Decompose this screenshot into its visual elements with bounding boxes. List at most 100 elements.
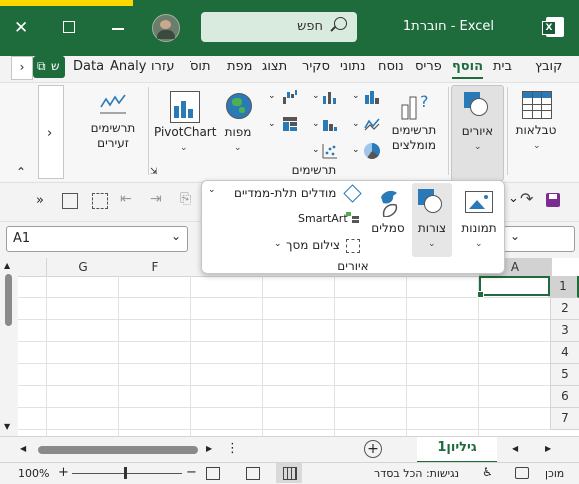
waterfall-chart-icon[interactable] xyxy=(282,89,298,105)
tab-data[interactable]: Data xyxy=(73,59,104,74)
formula-input[interactable]: ⌄ xyxy=(503,226,575,252)
save-icon[interactable] xyxy=(546,193,560,207)
indent-icon[interactable]: ⇥ xyxy=(150,191,162,207)
add-sheet-button[interactable]: + xyxy=(364,440,382,458)
more-options-icon[interactable]: ⋮ xyxy=(226,441,239,456)
avatar[interactable] xyxy=(152,14,180,42)
accessibility-status[interactable]: נגישות: הכל בסדר xyxy=(374,467,459,480)
scroll-down-icon: ▼ xyxy=(4,422,11,431)
column-header[interactable]: G xyxy=(47,258,120,277)
horizontal-scrollbar-thumb[interactable] xyxy=(38,446,198,454)
grid-view-icon xyxy=(283,467,297,480)
tab-review[interactable]: סקיר xyxy=(302,59,330,74)
globe-icon[interactable] xyxy=(226,93,252,119)
line-chart-icon[interactable] xyxy=(364,116,380,132)
sheet-nav-right-icon[interactable]: ▶ xyxy=(545,444,551,453)
zoom-slider[interactable] xyxy=(72,473,182,474)
tab-home[interactable]: בית xyxy=(493,59,512,74)
spreadsheet-grid[interactable]: G F A 1 2 3 4 5 6 7 ▲ ▼ xyxy=(0,258,579,436)
ribbon-overflow-group[interactable]: › xyxy=(38,85,64,179)
title-bar: ✕ חפש חוברת1 - Excel X xyxy=(0,0,579,56)
pivotchart-icon[interactable] xyxy=(170,91,200,123)
tab-addins[interactable]: תוסֹ xyxy=(190,59,211,74)
tab-data-he[interactable]: נתוני xyxy=(340,59,365,74)
tab-layout[interactable]: פריס xyxy=(415,59,442,74)
zoom-in-icon[interactable]: + xyxy=(58,465,69,480)
ribbon: › ⌃ תרשימים זעירים PivotChart ⌄ מפות ⌄ ⌄… xyxy=(0,82,579,181)
group-divider xyxy=(507,87,508,175)
illustrations-button[interactable]: איורים ⌄ xyxy=(451,85,504,181)
scroll-right-icon[interactable]: ▶ xyxy=(206,444,212,453)
share-button[interactable]: ⧉ ש xyxy=(33,56,65,78)
macro-record-icon[interactable] xyxy=(515,467,529,479)
icons-button[interactable]: סמלים xyxy=(368,185,408,245)
recommended-charts-icon[interactable]: ? xyxy=(400,91,430,121)
table-icon[interactable] xyxy=(522,91,552,119)
tab-formulas[interactable]: נוסח xyxy=(378,59,404,74)
chevron-down-icon: ⌄ xyxy=(312,91,320,101)
row-header[interactable]: 4 xyxy=(550,342,579,364)
hierarchy-chart-icon[interactable] xyxy=(282,116,298,132)
tab-view[interactable]: תצוג xyxy=(262,59,287,74)
picture-icon xyxy=(465,191,493,213)
vertical-scrollbar[interactable]: ▲ ▼ xyxy=(0,258,18,436)
tab-insert[interactable]: הוסף xyxy=(452,59,484,79)
charts-group-label: תרשימים xyxy=(291,163,337,177)
more-commands-icon[interactable]: » xyxy=(36,193,44,208)
dialog-launcher-icon[interactable]: ⇲ xyxy=(150,167,158,177)
tabs-scroll-left-button[interactable]: › xyxy=(11,56,33,80)
bar-chart-icon[interactable] xyxy=(364,89,380,105)
tab-analyze[interactable]: Analy xyxy=(110,59,146,74)
minimize-icon[interactable] xyxy=(112,28,124,30)
outdent-icon[interactable]: ⇤ xyxy=(120,191,132,207)
sheet-nav-left-icon[interactable]: ◀ xyxy=(512,444,518,453)
tables-label: טבלאות xyxy=(515,123,557,137)
ribbon-tabs: › ⧉ ש Data Analy עזרו תוסֹ מפת תצוג סקיר… xyxy=(0,56,579,82)
tab-help[interactable]: עזרו xyxy=(151,59,175,74)
qat-customize-chevron-icon[interactable]: ⌄ xyxy=(508,191,519,206)
smartart-label[interactable]: SmartArt xyxy=(298,212,348,225)
3d-models-label[interactable]: מודלים תלת-ממדיים xyxy=(234,186,336,200)
sparklines-label: תרשימים זעירים xyxy=(90,121,136,150)
row-header[interactable]: 7 xyxy=(550,408,579,430)
pie-chart-icon[interactable] xyxy=(364,143,380,159)
column-header[interactable] xyxy=(18,258,47,277)
group-objects-icon[interactable] xyxy=(62,193,78,209)
row-header[interactable]: 6 xyxy=(550,386,579,408)
zoom-slider-thumb[interactable] xyxy=(124,467,127,479)
row-header[interactable]: 5 xyxy=(550,364,579,386)
page-break-view-icon[interactable] xyxy=(206,467,220,480)
column-header[interactable]: F xyxy=(119,258,192,277)
accent-strip xyxy=(0,0,133,6)
row-header[interactable]: 2 xyxy=(550,298,579,320)
redo-icon[interactable]: ↷ xyxy=(520,189,533,208)
close-icon[interactable]: ✕ xyxy=(14,18,28,38)
page-layout-view-icon[interactable] xyxy=(246,467,260,480)
row-header[interactable]: 1 xyxy=(548,276,579,298)
chevron-down-icon: ⌄ xyxy=(533,141,541,151)
collapse-ribbon-icon[interactable]: ⌃ xyxy=(16,165,26,179)
zoom-out-icon[interactable]: − xyxy=(186,465,197,480)
statistic-chart-icon[interactable] xyxy=(322,116,338,132)
name-box[interactable]: A1 ⌄ xyxy=(6,226,188,252)
pictures-button[interactable]: תמונות ⌄ xyxy=(457,185,501,255)
selected-cell-a1[interactable] xyxy=(477,276,550,298)
scroll-left-icon[interactable]: ◀ xyxy=(20,444,26,453)
select-objects-icon[interactable] xyxy=(92,193,108,209)
sparklines-icon[interactable] xyxy=(98,91,128,117)
column-chart-icon[interactable] xyxy=(322,89,338,105)
maximize-icon[interactable] xyxy=(63,21,75,33)
pivotchart-label: PivotChart xyxy=(154,125,217,139)
scrollbar-thumb xyxy=(5,274,12,326)
row-header[interactable]: 3 xyxy=(550,320,579,342)
tab-file[interactable]: קובץ xyxy=(535,59,562,74)
scatter-chart-icon[interactable] xyxy=(322,143,338,159)
screenshot-label[interactable]: צילום מסך xyxy=(286,238,340,252)
tab-developer[interactable]: מפת xyxy=(227,59,253,74)
paste-icon[interactable]: ⎘ xyxy=(180,191,191,207)
search-box[interactable]: חפש xyxy=(201,12,357,42)
zoom-level[interactable]: 100% xyxy=(18,467,49,480)
shapes-button[interactable]: צורות ⌄ xyxy=(412,183,452,257)
sheet-tab-active[interactable]: גיליון1 xyxy=(417,437,497,463)
normal-view-button[interactable] xyxy=(276,463,302,483)
